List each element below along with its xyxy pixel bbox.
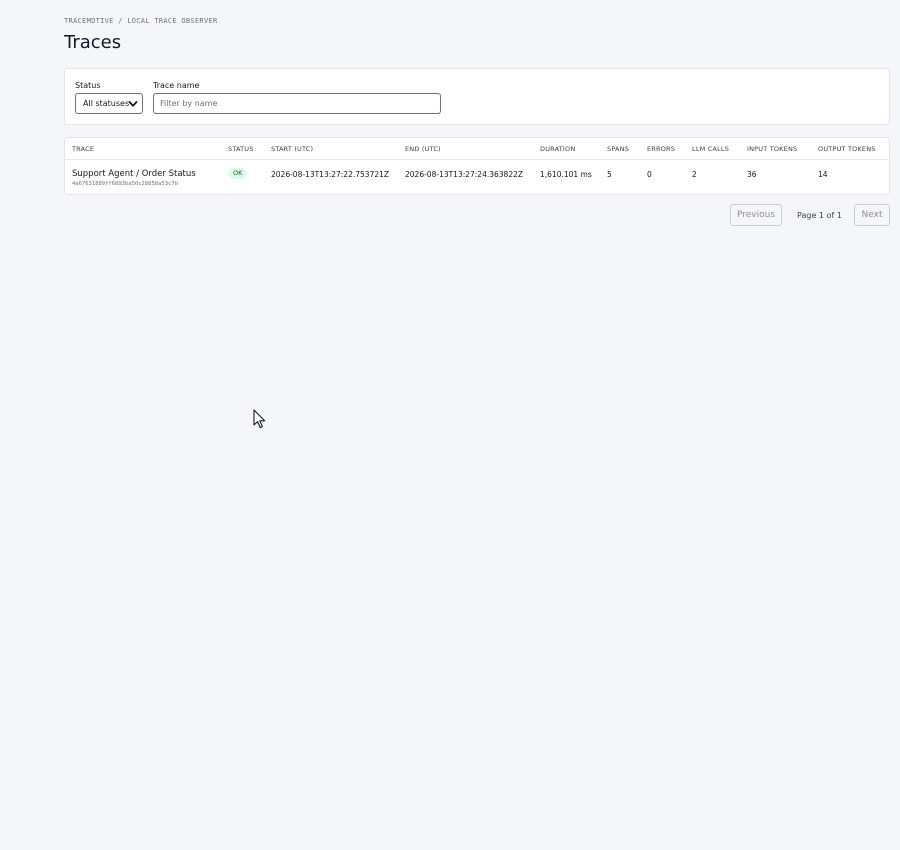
column-header-status[interactable]: STATUS xyxy=(228,145,254,153)
column-header-llm-calls[interactable]: LLM CALLS xyxy=(692,145,729,153)
input-tokens-cell: 36 xyxy=(747,170,757,179)
trace-name-link[interactable]: Support Agent / Order Status xyxy=(72,169,196,179)
duration-cell: 1,610.101 ms xyxy=(540,170,592,179)
trace-id: 4a67631889ff6893ba50c28858a53c7b xyxy=(72,181,178,187)
column-header-output-tokens[interactable]: OUTPUT TOKENS xyxy=(818,145,876,153)
page-indicator: Page 1 of 1 xyxy=(797,211,842,220)
header-divider xyxy=(65,159,889,160)
column-header-duration[interactable]: DURATION xyxy=(540,145,575,153)
errors-cell: 0 xyxy=(647,170,652,179)
status-badge: OK xyxy=(228,168,248,179)
column-header-start[interactable]: START (UTC) xyxy=(271,145,313,153)
trace-name-input[interactable]: Filter by name xyxy=(153,93,441,114)
status-filter-select[interactable]: All statuses xyxy=(75,93,143,114)
start-time-cell: 2026-08-13T13:27:22.753721Z xyxy=(271,170,390,179)
breadcrumb: TRACEMOTIVE / LOCAL TRACE OBSERVER xyxy=(64,17,218,25)
column-header-input-tokens[interactable]: INPUT TOKENS xyxy=(747,145,797,153)
page-title: Traces xyxy=(64,32,122,53)
column-header-trace[interactable]: TRACE xyxy=(72,145,94,153)
next-page-button[interactable]: Next xyxy=(854,204,890,226)
status-filter-label: Status xyxy=(75,81,101,90)
filter-panel: Status All statuses Trace name Filter by… xyxy=(64,68,890,125)
column-header-spans[interactable]: SPANS xyxy=(607,145,629,153)
traces-table: TRACE STATUS START (UTC) END (UTC) DURAT… xyxy=(64,137,890,195)
column-header-end[interactable]: END (UTC) xyxy=(405,145,441,153)
trace-name-label: Trace name xyxy=(153,81,200,90)
status-filter-value: All statuses xyxy=(83,99,130,108)
output-tokens-cell: 14 xyxy=(818,170,828,179)
chevron-down-icon xyxy=(128,101,138,107)
mouse-cursor-icon xyxy=(253,409,266,429)
llm-calls-cell: 2 xyxy=(692,170,697,179)
end-time-cell: 2026-08-13T13:27:24.363822Z xyxy=(405,170,524,179)
column-header-errors[interactable]: ERRORS xyxy=(647,145,675,153)
previous-page-button[interactable]: Previous xyxy=(730,204,782,226)
spans-cell: 5 xyxy=(607,170,612,179)
